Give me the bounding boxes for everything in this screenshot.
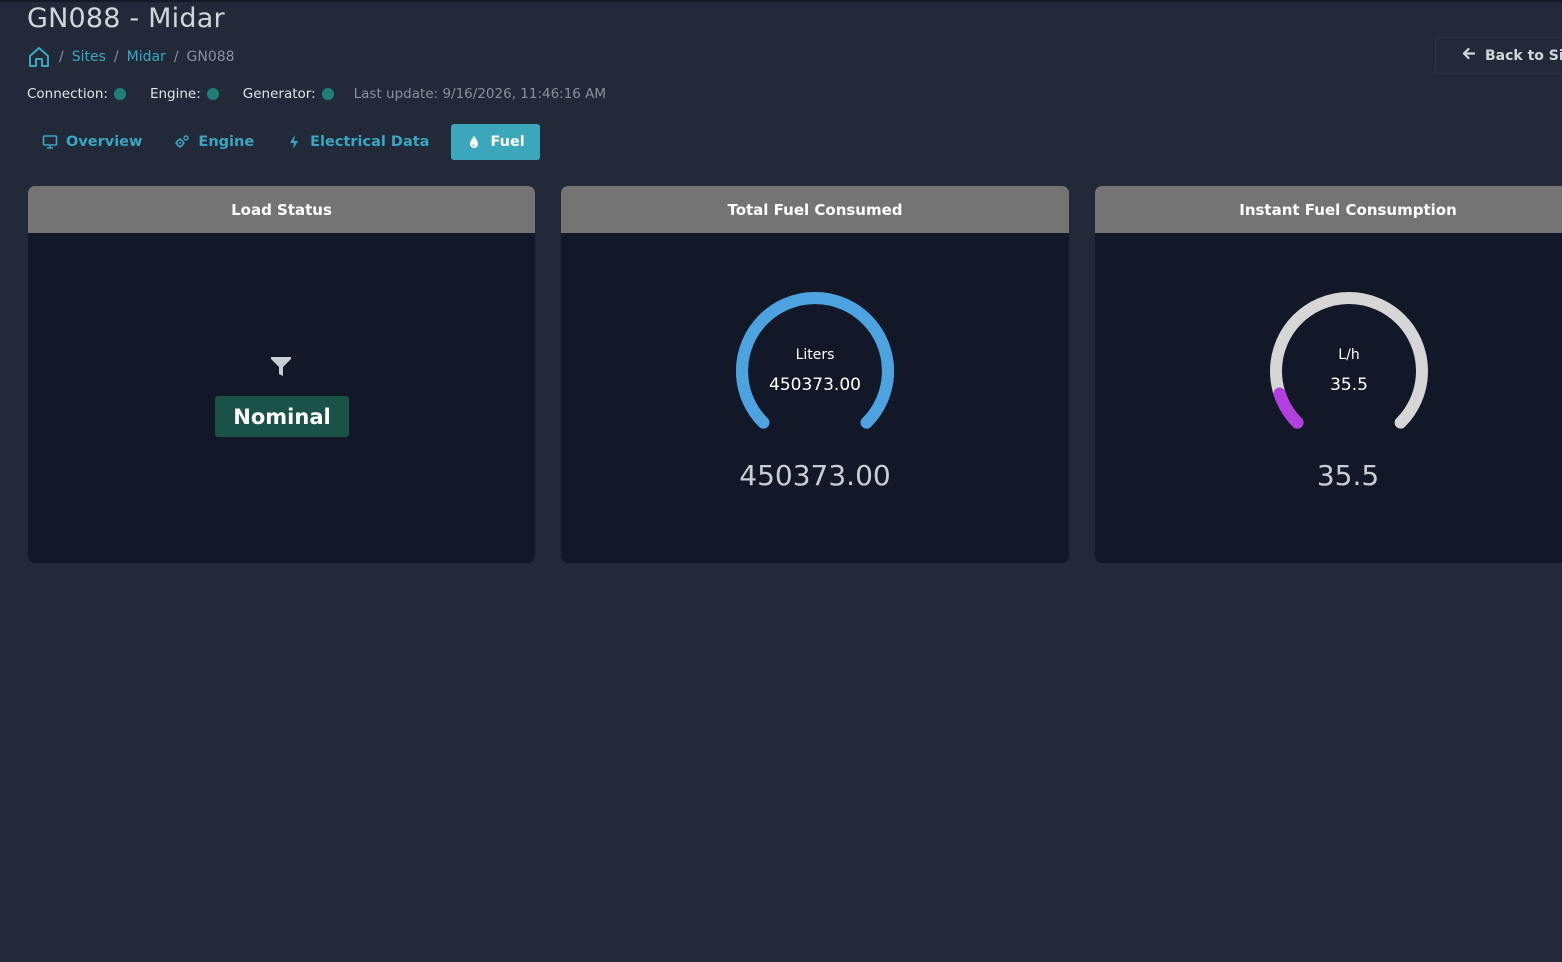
breadcrumb-separator: / — [59, 49, 64, 65]
tab-engine-label: Engine — [198, 134, 255, 150]
status-row: Connection: Engine: Generator: Last upda… — [27, 84, 606, 104]
droplet-icon — [466, 134, 482, 150]
instant-fuel-gauge — [1270, 292, 1428, 429]
breadcrumb-sites[interactable]: Sites — [72, 49, 106, 65]
instant-fuel-gauge-fill — [1273, 387, 1304, 429]
tab-fuel-label: Fuel — [490, 134, 525, 150]
tab-bar: Overview Engine Electrical Data Fuel — [32, 124, 552, 160]
tab-overview-label: Overview — [66, 134, 143, 150]
home-icon[interactable] — [27, 45, 51, 69]
breadcrumb-separator: / — [173, 49, 179, 65]
instant-fuel-card: Instant Fuel Consumption L/h 35.5 35.5 — [1095, 186, 1562, 563]
instant-fuel-gauge-value: 35.5 — [1330, 375, 1368, 395]
load-status-card-body: Nominal — [28, 233, 535, 563]
tab-electrical-data-label: Electrical Data — [310, 134, 430, 150]
tab-fuel[interactable]: Fuel — [451, 124, 540, 160]
bolt-icon — [286, 134, 302, 150]
total-fuel-gauge-value: 450373.00 — [769, 375, 861, 395]
total-fuel-gauge — [736, 292, 894, 429]
last-update-text: Last update: 9/16/2026, 11:46:16 AM — [353, 86, 607, 102]
tab-overview[interactable]: Overview — [32, 124, 152, 160]
monitor-icon — [42, 134, 58, 150]
gears-icon — [174, 134, 190, 150]
instant-fuel-value: 35.5 — [1316, 459, 1380, 492]
tab-engine[interactable]: Engine — [164, 124, 264, 160]
instant-fuel-card-title: Instant Fuel Consumption — [1095, 186, 1562, 233]
back-button-label: Back to Si — [1485, 47, 1562, 64]
engine-status-dot — [206, 88, 219, 100]
breadcrumb-current: GN088 — [186, 49, 235, 65]
connection-status-dot — [113, 88, 126, 100]
load-status-badge: Nominal — [215, 396, 349, 437]
back-to-sites-button[interactable]: Back to Si — [1435, 37, 1562, 74]
engine-label: Engine: — [149, 86, 201, 102]
load-status-card-title: Load Status — [28, 186, 535, 233]
tab-electrical-data[interactable]: Electrical Data — [276, 124, 439, 160]
generator-label: Generator: — [242, 86, 316, 102]
top-border — [0, 0, 1562, 2]
total-fuel-card: Total Fuel Consumed Liters 450373.00 450… — [561, 186, 1069, 563]
total-fuel-card-body: Liters 450373.00 450373.00 — [561, 233, 1069, 563]
page-title: GN088 - Midar — [27, 3, 225, 34]
instant-fuel-gauge-unit: L/h — [1338, 347, 1360, 363]
total-fuel-value: 450373.00 — [739, 459, 891, 492]
generator-status-dot — [321, 88, 334, 100]
arrow-left-icon — [1462, 47, 1476, 64]
connection-label: Connection: — [27, 86, 108, 102]
instant-fuel-card-body: L/h 35.5 35.5 — [1095, 233, 1562, 563]
breadcrumb-midar[interactable]: Midar — [127, 49, 166, 65]
total-fuel-gauge-unit: Liters — [795, 347, 835, 363]
breadcrumb-separator: / — [113, 49, 119, 65]
total-fuel-card-title: Total Fuel Consumed — [561, 186, 1069, 233]
load-status-card: Load Status Nominal — [28, 186, 535, 563]
filter-icon — [269, 354, 293, 378]
breadcrumb: / Sites / Midar / GN088 — [27, 44, 235, 70]
